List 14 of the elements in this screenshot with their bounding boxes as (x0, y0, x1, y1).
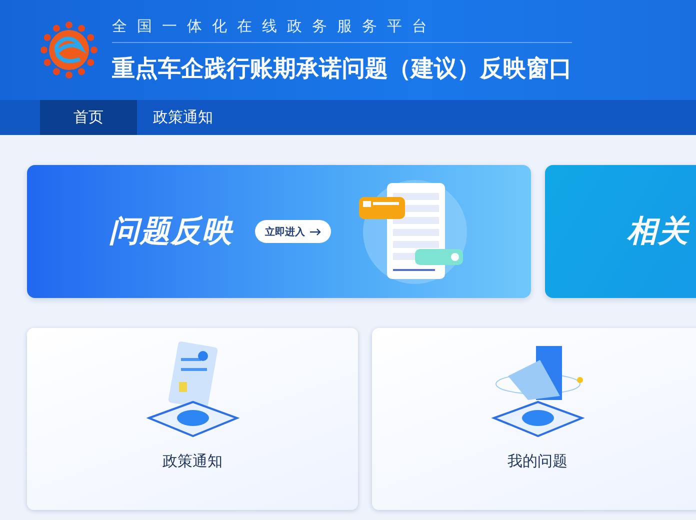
arrow-right-icon (310, 228, 321, 236)
menu-card[interactable]: 我的问题 (372, 328, 696, 510)
page-title: 重点车企践行账期承诺问题（建议）反映窗口 (112, 54, 572, 84)
platform-name: 全国一体化在线政务服务平台 (112, 16, 572, 42)
card-label: 我的问题 (508, 452, 568, 471)
menu-card[interactable]: 政策通知 (27, 328, 358, 510)
nav-tab[interactable]: 首页 (40, 100, 137, 135)
logo-icon (40, 21, 98, 79)
card-label: 政策通知 (162, 452, 222, 471)
enter-button[interactable]: 立即进入 (255, 220, 331, 243)
banner-title: 相关 (627, 213, 689, 251)
banner-card[interactable]: 问题反映 立即进入 (27, 165, 531, 298)
nav-tab[interactable]: 政策通知 (137, 100, 229, 135)
banner-title: 问题反映 (109, 213, 233, 251)
